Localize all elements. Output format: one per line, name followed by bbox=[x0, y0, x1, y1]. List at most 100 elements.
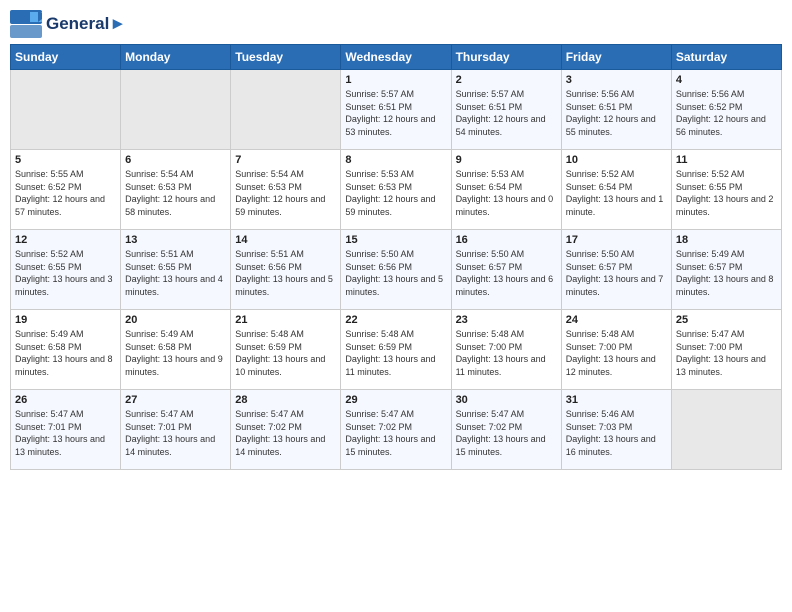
day-number: 3 bbox=[566, 74, 667, 86]
day-number: 24 bbox=[566, 314, 667, 326]
day-info: Sunrise: 5:47 AM Sunset: 7:02 PM Dayligh… bbox=[235, 408, 336, 458]
day-info: Sunrise: 5:47 AM Sunset: 7:00 PM Dayligh… bbox=[676, 328, 777, 378]
day-number: 9 bbox=[456, 154, 557, 166]
day-cell: 27Sunrise: 5:47 AM Sunset: 7:01 PM Dayli… bbox=[121, 390, 231, 470]
day-number: 5 bbox=[15, 154, 116, 166]
day-number: 25 bbox=[676, 314, 777, 326]
day-cell: 24 Sunrise: 5:48 AM Sunset: 7:00 PM Dayli… bbox=[561, 310, 671, 390]
day-cell: 1 Sunrise: 5:57 AM Sunset: 6:51 PM Daylig… bbox=[341, 70, 451, 150]
header-cell-sunday: Sunday bbox=[11, 45, 121, 70]
header-row: SundayMondayTuesdayWednesdayThursdayFrid… bbox=[11, 45, 782, 70]
day-number: 19 bbox=[15, 314, 116, 326]
page-header: General► bbox=[10, 10, 782, 38]
day-cell: 9 Sunrise: 5:53 AM Sunset: 6:54 PM Daylig… bbox=[451, 150, 561, 230]
day-info: Sunrise: 5:47 AM Sunset: 7:01 PM Dayligh… bbox=[15, 408, 116, 458]
day-cell: 5 Sunrise: 5:55 AM Sunset: 6:52 PM Daylig… bbox=[11, 150, 121, 230]
day-info: Sunrise: 5:54 AM Sunset: 6:53 PM Dayligh… bbox=[125, 168, 226, 218]
day-info: Sunrise: 5:57 AM Sunset: 6:51 PM Dayligh… bbox=[456, 88, 557, 138]
day-number: 15 bbox=[345, 234, 446, 246]
day-info: Sunrise: 5:48 AM Sunset: 7:00 PM Dayligh… bbox=[566, 328, 667, 378]
day-cell: 11 Sunrise: 5:52 AM Sunset: 6:55 PM Dayli… bbox=[671, 150, 781, 230]
logo: General► bbox=[10, 10, 126, 38]
day-cell: 16 Sunrise: 5:50 AM Sunset: 6:57 PM Dayli… bbox=[451, 230, 561, 310]
day-cell bbox=[671, 390, 781, 470]
day-number: 14 bbox=[235, 234, 336, 246]
day-cell: 18 Sunrise: 5:49 AM Sunset: 6:57 PM Dayli… bbox=[671, 230, 781, 310]
day-cell: 19 Sunrise: 5:49 AM Sunset: 6:58 PM Dayli… bbox=[11, 310, 121, 390]
day-info: Sunrise: 5:51 AM Sunset: 6:55 PM Dayligh… bbox=[125, 248, 226, 298]
day-info: Sunrise: 5:52 AM Sunset: 6:55 PM Dayligh… bbox=[15, 248, 116, 298]
day-number: 4 bbox=[676, 74, 777, 86]
day-cell bbox=[11, 70, 121, 150]
day-cell: 22 Sunrise: 5:48 AM Sunset: 6:59 PM Dayli… bbox=[341, 310, 451, 390]
day-cell: 15 Sunrise: 5:50 AM Sunset: 6:56 PM Dayli… bbox=[341, 230, 451, 310]
day-info: Sunrise: 5:55 AM Sunset: 6:52 PM Dayligh… bbox=[15, 168, 116, 218]
day-number: 10 bbox=[566, 154, 667, 166]
day-number: 23 bbox=[456, 314, 557, 326]
day-info: Sunrise: 5:56 AM Sunset: 6:51 PM Dayligh… bbox=[566, 88, 667, 138]
week-row-3: 12Sunrise: 5:52 AM Sunset: 6:55 PM Dayli… bbox=[11, 230, 782, 310]
day-number: 17 bbox=[566, 234, 667, 246]
day-number: 22 bbox=[345, 314, 446, 326]
day-info: Sunrise: 5:53 AM Sunset: 6:54 PM Dayligh… bbox=[456, 168, 557, 218]
day-cell: 7Sunrise: 5:54 AM Sunset: 6:53 PM Daylig… bbox=[231, 150, 341, 230]
day-info: Sunrise: 5:50 AM Sunset: 6:57 PM Dayligh… bbox=[456, 248, 557, 298]
day-info: Sunrise: 5:47 AM Sunset: 7:02 PM Dayligh… bbox=[456, 408, 557, 458]
day-cell: 23 Sunrise: 5:48 AM Sunset: 7:00 PM Dayli… bbox=[451, 310, 561, 390]
day-cell: 31 Sunrise: 5:46 AM Sunset: 7:03 PM Dayli… bbox=[561, 390, 671, 470]
day-number: 1 bbox=[345, 74, 446, 86]
day-cell: 20 Sunrise: 5:49 AM Sunset: 6:58 PM Dayli… bbox=[121, 310, 231, 390]
day-number: 26 bbox=[15, 394, 116, 406]
week-row-2: 5 Sunrise: 5:55 AM Sunset: 6:52 PM Daylig… bbox=[11, 150, 782, 230]
day-cell bbox=[121, 70, 231, 150]
logo-icon bbox=[10, 10, 42, 38]
day-cell bbox=[231, 70, 341, 150]
day-number: 31 bbox=[566, 394, 667, 406]
calendar-table: SundayMondayTuesdayWednesdayThursdayFrid… bbox=[10, 44, 782, 470]
day-info: Sunrise: 5:50 AM Sunset: 6:56 PM Dayligh… bbox=[345, 248, 446, 298]
day-info: Sunrise: 5:57 AM Sunset: 6:51 PM Dayligh… bbox=[345, 88, 446, 138]
day-number: 8 bbox=[345, 154, 446, 166]
logo-text: General► bbox=[46, 15, 126, 34]
day-cell: 8Sunrise: 5:53 AM Sunset: 6:53 PM Daylig… bbox=[341, 150, 451, 230]
day-info: Sunrise: 5:48 AM Sunset: 7:00 PM Dayligh… bbox=[456, 328, 557, 378]
day-number: 13 bbox=[125, 234, 226, 246]
day-number: 20 bbox=[125, 314, 226, 326]
header-cell-wednesday: Wednesday bbox=[341, 45, 451, 70]
day-cell: 25 Sunrise: 5:47 AM Sunset: 7:00 PM Dayli… bbox=[671, 310, 781, 390]
day-cell: 21Sunrise: 5:48 AM Sunset: 6:59 PM Dayli… bbox=[231, 310, 341, 390]
day-cell: 3 Sunrise: 5:56 AM Sunset: 6:51 PM Daylig… bbox=[561, 70, 671, 150]
day-info: Sunrise: 5:48 AM Sunset: 6:59 PM Dayligh… bbox=[345, 328, 446, 378]
day-info: Sunrise: 5:46 AM Sunset: 7:03 PM Dayligh… bbox=[566, 408, 667, 458]
day-number: 28 bbox=[235, 394, 336, 406]
day-number: 30 bbox=[456, 394, 557, 406]
day-number: 21 bbox=[235, 314, 336, 326]
day-number: 11 bbox=[676, 154, 777, 166]
day-cell: 29 Sunrise: 5:47 AM Sunset: 7:02 PM Dayli… bbox=[341, 390, 451, 470]
day-info: Sunrise: 5:49 AM Sunset: 6:58 PM Dayligh… bbox=[15, 328, 116, 378]
day-cell: 30 Sunrise: 5:47 AM Sunset: 7:02 PM Dayli… bbox=[451, 390, 561, 470]
day-info: Sunrise: 5:49 AM Sunset: 6:58 PM Dayligh… bbox=[125, 328, 226, 378]
day-cell: 26 Sunrise: 5:47 AM Sunset: 7:01 PM Dayli… bbox=[11, 390, 121, 470]
day-info: Sunrise: 5:52 AM Sunset: 6:54 PM Dayligh… bbox=[566, 168, 667, 218]
week-row-5: 26 Sunrise: 5:47 AM Sunset: 7:01 PM Dayli… bbox=[11, 390, 782, 470]
day-number: 16 bbox=[456, 234, 557, 246]
day-cell: 2Sunrise: 5:57 AM Sunset: 6:51 PM Daylig… bbox=[451, 70, 561, 150]
week-row-1: 1 Sunrise: 5:57 AM Sunset: 6:51 PM Daylig… bbox=[11, 70, 782, 150]
day-cell: 28 Sunrise: 5:47 AM Sunset: 7:02 PM Dayli… bbox=[231, 390, 341, 470]
day-info: Sunrise: 5:49 AM Sunset: 6:57 PM Dayligh… bbox=[676, 248, 777, 298]
day-info: Sunrise: 5:52 AM Sunset: 6:55 PM Dayligh… bbox=[676, 168, 777, 218]
day-cell: 4 Sunrise: 5:56 AM Sunset: 6:52 PM Daylig… bbox=[671, 70, 781, 150]
day-info: Sunrise: 5:56 AM Sunset: 6:52 PM Dayligh… bbox=[676, 88, 777, 138]
day-info: Sunrise: 5:47 AM Sunset: 7:02 PM Dayligh… bbox=[345, 408, 446, 458]
day-number: 7 bbox=[235, 154, 336, 166]
header-cell-saturday: Saturday bbox=[671, 45, 781, 70]
day-number: 18 bbox=[676, 234, 777, 246]
header-cell-friday: Friday bbox=[561, 45, 671, 70]
day-number: 29 bbox=[345, 394, 446, 406]
header-cell-thursday: Thursday bbox=[451, 45, 561, 70]
day-cell: 17Sunrise: 5:50 AM Sunset: 6:57 PM Dayli… bbox=[561, 230, 671, 310]
day-cell: 10 Sunrise: 5:52 AM Sunset: 6:54 PM Dayli… bbox=[561, 150, 671, 230]
day-cell: 14 Sunrise: 5:51 AM Sunset: 6:56 PM Dayli… bbox=[231, 230, 341, 310]
day-info: Sunrise: 5:51 AM Sunset: 6:56 PM Dayligh… bbox=[235, 248, 336, 298]
